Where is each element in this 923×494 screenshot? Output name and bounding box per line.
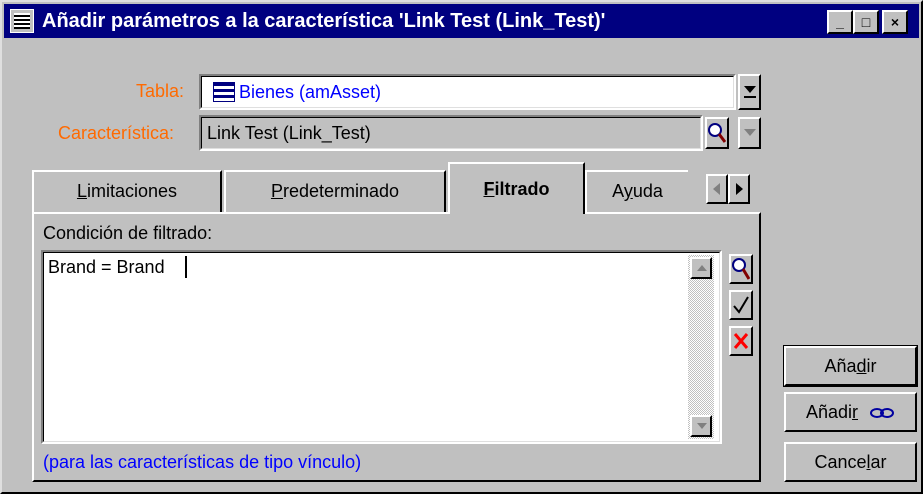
filter-condition-label: Condición de filtrado:	[43, 223, 213, 243]
textarea-scrollbar[interactable]	[688, 255, 714, 439]
tab-scroll-right-button[interactable]	[728, 174, 750, 204]
magnifier-icon	[732, 258, 750, 280]
tab-scroll-left-button[interactable]	[706, 174, 728, 204]
app-icon	[10, 9, 34, 33]
scroll-down-button[interactable]	[690, 415, 712, 437]
tabla-select[interactable]: Bienes (amAsset)	[199, 74, 736, 110]
tab-panel-filtrado: Condición de filtrado: Brand = Brand (pa…	[32, 212, 761, 482]
dialog-window: Añadir parámetros a la característica 'L…	[0, 0, 923, 494]
minimize-button[interactable]: _	[827, 10, 853, 34]
tab-ayuda[interactable]: Ayuda	[585, 170, 688, 212]
delete-x-icon	[733, 333, 749, 349]
table-icon	[213, 82, 235, 102]
caracteristica-dropdown-button	[738, 117, 761, 149]
dropdown-arrow-icon	[744, 129, 756, 136]
filter-clear-button[interactable]	[729, 326, 753, 356]
caracteristica-search-button[interactable]	[705, 117, 729, 149]
tab-predeterminado[interactable]: Predeterminado	[224, 170, 446, 212]
arrow-left-icon	[713, 183, 720, 195]
chain-link-icon	[870, 408, 895, 419]
caracteristica-label: Característica:	[58, 123, 175, 143]
add-button[interactable]: Añadir	[783, 345, 918, 387]
tab-filtrado[interactable]: Filtrado	[448, 162, 585, 214]
arrow-right-icon	[736, 183, 743, 195]
title-bar[interactable]: Añadir parámetros a la característica 'L…	[4, 4, 919, 38]
maximize-button[interactable]: □	[853, 10, 879, 34]
cancel-button[interactable]: Cancelar	[784, 442, 917, 482]
magnifier-icon	[708, 123, 726, 143]
caracteristica-value: Link Test (Link_Test)	[207, 123, 371, 143]
tabla-label: Tabla:	[136, 81, 185, 101]
check-icon	[733, 296, 749, 314]
filter-validate-button[interactable]	[729, 290, 753, 320]
close-button[interactable]: ×	[882, 10, 908, 34]
filter-condition-textarea[interactable]: Brand = Brand	[41, 250, 722, 444]
tabla-value: Bienes (amAsset)	[239, 82, 382, 102]
filter-search-button[interactable]	[729, 254, 753, 284]
text-cursor	[185, 256, 187, 278]
maximize-icon: □	[861, 14, 871, 30]
add-and-continue-button[interactable]: Añadir	[784, 392, 917, 432]
tab-limitaciones[interactable]: Limitaciones	[32, 170, 222, 212]
caracteristica-field[interactable]: Link Test (Link_Test)	[199, 115, 703, 151]
minimize-icon: _	[836, 14, 844, 30]
filter-condition-value: Brand = Brand	[48, 257, 165, 277]
window-title: Añadir parámetros a la característica 'L…	[42, 10, 606, 32]
close-icon: ×	[890, 14, 900, 30]
tabla-dropdown-button[interactable]	[738, 74, 761, 110]
filter-note: (para las características de tipo víncul…	[43, 452, 362, 472]
scroll-up-button[interactable]	[690, 257, 712, 279]
dropdown-arrow-icon	[744, 86, 756, 93]
